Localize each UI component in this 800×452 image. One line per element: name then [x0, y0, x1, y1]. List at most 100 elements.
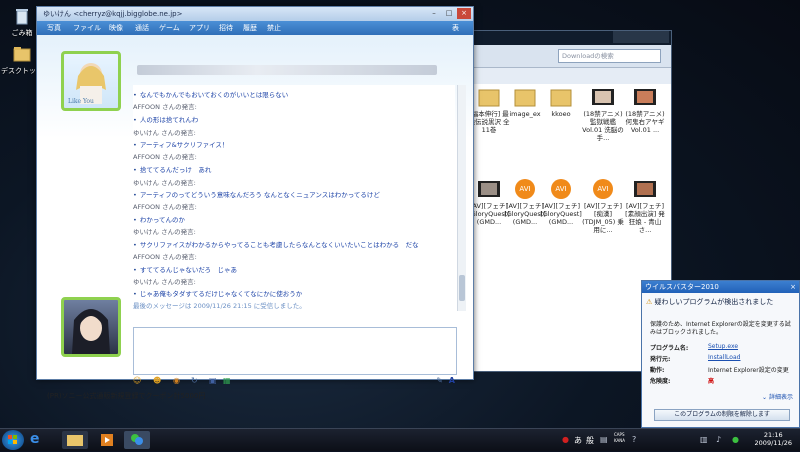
- message-text: アーティフのってどういう意味なんだろう なんとなくニュアンスはわかってるけど: [133, 189, 380, 199]
- alert-description: 保護のため、Internet Explorerの設定を変更する試みはブロックされ…: [650, 321, 791, 336]
- file-name: (18禁アニメ) 監獄戦艦 Vol.01 洗脳の手...: [582, 110, 624, 142]
- folder-icon: [477, 86, 501, 108]
- clock-time: 21:16: [763, 431, 783, 439]
- handwriting-icon[interactable]: ✎: [436, 375, 443, 387]
- help-icon[interactable]: ?: [632, 435, 636, 444]
- menu-item-call[interactable]: 通話: [135, 23, 149, 33]
- message-text: アーティフ&サクリファイス！: [133, 139, 229, 149]
- ime-pad-icon[interactable]: ▤: [600, 435, 608, 444]
- message-text: わかってんのか: [133, 214, 185, 224]
- file-item[interactable]: [AV][フェチ][素顔出演] 発狂娘 - 青山さ...: [623, 178, 667, 234]
- avi-icon: AVI: [591, 178, 615, 200]
- menu-item-block[interactable]: 禁止: [267, 23, 281, 33]
- alert-row-publisher: 発行元: InstallLoad: [650, 354, 794, 363]
- ime-mode[interactable]: あ: [574, 435, 582, 446]
- alert-row-program: プログラム名: Setup.exe: [650, 343, 794, 352]
- explorer-toolbar: [441, 68, 671, 85]
- details-link[interactable]: ⌄ 詳細表示: [762, 392, 793, 401]
- unblock-program-button[interactable]: このプログラムの制限を解除します: [654, 409, 790, 421]
- menu-item-invite[interactable]: 招待: [219, 23, 233, 33]
- window-caption-buttons[interactable]: [613, 31, 669, 43]
- taskbar-messenger-icon[interactable]: [124, 431, 150, 449]
- last-received-notice: 最後のメッセージは 2009/11/26 21:15 に受信しました。: [133, 302, 306, 310]
- minimize-button[interactable]: –: [427, 8, 441, 19]
- kana-indicator: KANA: [614, 438, 626, 443]
- desktop-icon-label: ごみ箱: [11, 29, 33, 37]
- menu-item-games[interactable]: ゲーム: [159, 23, 180, 33]
- row-key: プログラム名:: [650, 345, 689, 352]
- message-input[interactable]: [133, 327, 457, 375]
- menu-item-file[interactable]: ファイル: [73, 23, 101, 33]
- nudge-icon[interactable]: ↻: [191, 375, 198, 387]
- search-input[interactable]: Downloadの検索: [558, 49, 661, 63]
- network-icon[interactable]: ▥: [700, 435, 708, 444]
- message-text: 捨ててるんだっけ あれ: [133, 164, 212, 174]
- tray-trend-icon[interactable]: ●: [562, 435, 569, 444]
- alert-heading: 疑わしいプログラムが検出されました: [654, 298, 774, 306]
- messenger-tray-icon[interactable]: ●: [732, 435, 739, 444]
- window-title: ゆいけん <cherryz@kqjj.bigglobe.ne.jp>: [43, 10, 183, 18]
- conversation-scrollbar[interactable]: [457, 85, 466, 311]
- file-name: image_ex: [509, 110, 541, 118]
- speaker-label: AFFOON さんの発言:: [133, 203, 197, 211]
- close-icon[interactable]: ×: [790, 281, 796, 293]
- taskbar-media-player-icon[interactable]: [94, 431, 120, 449]
- alert-row-risk: 危険度: 高: [650, 376, 794, 385]
- scrollbar-thumb[interactable]: [459, 275, 465, 301]
- folder-icon: [513, 86, 537, 108]
- speaker-label: ゆいけん さんの発言:: [133, 278, 196, 286]
- file-item[interactable]: AVI [AV][フェチ][GloryQuest](GMD...: [539, 178, 583, 226]
- maximize-button[interactable]: □: [442, 8, 456, 19]
- speaker-label: AFFOON さんの発言:: [133, 253, 197, 261]
- messenger-title-bar: ゆいけん <cherryz@kqjj.bigglobe.ne.jp> – □ ×: [37, 7, 473, 21]
- message-text: 人の形は捨てれんわ: [133, 114, 199, 124]
- speaker-icon[interactable]: ♪: [716, 435, 721, 444]
- file-name: [AV][フェチ][GloryQuest](GMD...: [540, 202, 582, 226]
- background-icon[interactable]: ▦: [223, 375, 231, 387]
- recycle-bin-icon: [12, 6, 32, 26]
- sponsored-link[interactable]: (PR)ソニー公式通販新規登録でクーポン計5000円: [47, 391, 205, 401]
- taskbar-ie-icon[interactable]: e: [30, 431, 56, 449]
- file-name: [AV][フェチ][素顔出演] 発狂娘 - 青山さ...: [625, 202, 665, 234]
- voice-clip-icon[interactable]: ◉: [173, 375, 180, 387]
- file-item[interactable]: (18禁アニメ) 監獄戦艦 Vol.01 洗脳の手...: [581, 86, 625, 142]
- alert-heading-row: ⚠ 疑わしいプログラムが検出されました: [646, 297, 795, 311]
- explorer-window: Downloadの検索 [福本伸行] 最強伝説黒沢 全11巻 image_ex …: [440, 30, 672, 372]
- file-item[interactable]: AVI [AV][フェチ][痴漢](TDJM_05) 乗用に...: [581, 178, 625, 234]
- file-list: [福本伸行] 最強伝説黒沢 全11巻 image_ex kkoeo (18禁アニ…: [441, 84, 671, 371]
- file-name: [AV][フェチ][痴漢](TDJM_05) 乗用に...: [582, 202, 624, 234]
- contact-avatar[interactable]: Like You: [61, 51, 121, 111]
- messenger-menu-bar: 写真 ファイル 映像 通話 ゲーム アプリ 招待 履歴 禁止 表: [37, 21, 473, 35]
- video-icon: [477, 178, 501, 200]
- wink-icon[interactable]: ☻: [153, 375, 161, 387]
- publisher-link[interactable]: InstallLoad: [708, 354, 740, 361]
- message-text: サクリファイスがわかるからやってることも考慮したらなんとなくいいたいことはわかる…: [133, 239, 419, 249]
- menu-item-photo[interactable]: 写真: [47, 23, 61, 33]
- avi-icon: AVI: [513, 178, 537, 200]
- send-image-icon[interactable]: ▣: [209, 375, 217, 387]
- message-text: なんでもかんでもおいておくのがいいとは限らない: [133, 89, 288, 99]
- file-item[interactable]: (18禁アニメ) 何鬼右アヤギ Vol.01 ...: [623, 86, 667, 134]
- font-icon[interactable]: A: [449, 375, 455, 387]
- clock[interactable]: 21:16 2009/11/26: [755, 431, 792, 447]
- start-button[interactable]: [2, 430, 24, 450]
- my-avatar[interactable]: [61, 297, 121, 357]
- avatar-caption: Like You: [68, 98, 94, 105]
- security-alert-popup: ウイルスバスター2010 × ⚠ 疑わしいプログラムが検出されました 保護のため…: [641, 280, 800, 428]
- menu-item-apps[interactable]: アプリ: [189, 23, 210, 33]
- video-icon: [633, 178, 657, 200]
- ime-general[interactable]: 般: [586, 435, 594, 446]
- speaker-label: AFFOON さんの発言:: [133, 103, 197, 111]
- program-name-link[interactable]: Setup.exe: [708, 343, 738, 350]
- file-item[interactable]: kkoeo: [539, 86, 583, 118]
- folder-icon: [549, 86, 573, 108]
- menu-item-video[interactable]: 映像: [109, 23, 123, 33]
- menu-options[interactable]: 表: [452, 23, 459, 33]
- taskbar-explorer-icon[interactable]: [62, 431, 88, 449]
- input-toolbar: ☺ ☻ ◉ ↻ ▣ ▦ ✎ A: [133, 375, 455, 387]
- menu-item-history[interactable]: 履歴: [243, 23, 257, 33]
- risk-level: 高: [708, 378, 715, 385]
- close-button[interactable]: ×: [457, 8, 471, 19]
- emoticon-icon[interactable]: ☺: [133, 375, 141, 387]
- alert-row-action: 動作: Internet Explorer設定の変更: [650, 365, 794, 374]
